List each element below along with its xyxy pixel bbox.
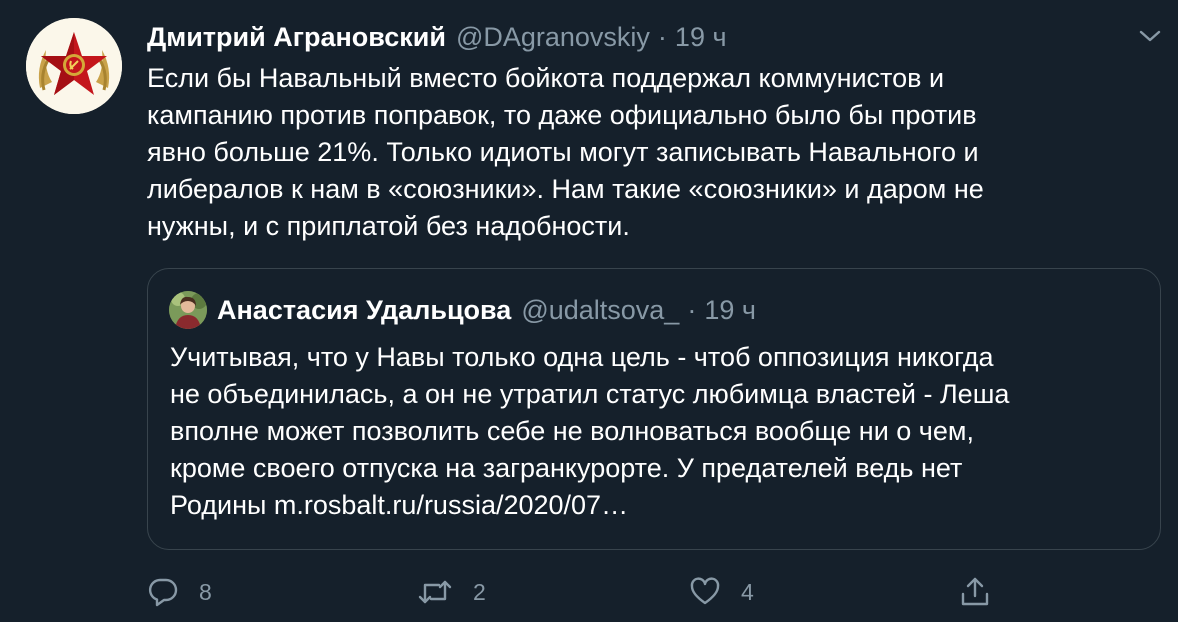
quoted-text-line: Учитывая, что у Навы только одна цель - …	[170, 342, 994, 372]
author-avatar[interactable]	[26, 18, 122, 114]
reply-count: 8	[199, 578, 212, 605]
quoted-text-line: кроме своего отпуска на загранкурорте. У…	[170, 453, 963, 483]
tweet-text-line: Если бы Навальный вместо бойкота поддерж…	[147, 63, 945, 93]
quoted-tweet-header: Анастасия Удальцова @udaltsova_ · 19 ч	[217, 291, 756, 329]
tweet-text: Если бы Навальный вместо бойкота поддерж…	[147, 60, 1147, 245]
quoted-author-handle: @udaltsova_	[521, 294, 680, 325]
separator-dot: ·	[657, 21, 667, 52]
heart-icon	[690, 577, 720, 605]
tweet-actions: 8 2 4	[147, 570, 1007, 614]
tweet[interactable]: Дмитрий Аграновский @DAgranovskiy · 19 ч…	[0, 0, 1178, 622]
tweet-header: Дмитрий Аграновский @DAgranovskiy · 19 ч	[147, 18, 727, 56]
share-icon	[961, 577, 989, 606]
quoted-text-line: вполне может позволить себе не волновать…	[170, 416, 974, 446]
person-photo-icon	[169, 291, 207, 329]
quoted-tweet-timestamp: 19 ч	[704, 294, 756, 325]
like-button[interactable]: 4	[689, 570, 754, 614]
quoted-tweet[interactable]: Анастасия Удальцова @udaltsova_ · 19 ч У…	[147, 268, 1161, 550]
author-name[interactable]: Дмитрий Аграновский	[147, 22, 446, 53]
reply-button[interactable]: 8	[147, 570, 212, 614]
tweet-text-line: либералов к нам в «союзники». Нам такие …	[147, 174, 984, 204]
army-star-emblem-icon	[26, 18, 122, 114]
author-handle[interactable]: @DAgranovskiy	[456, 22, 650, 53]
reply-icon	[148, 578, 178, 607]
like-count: 4	[741, 578, 754, 605]
quoted-tweet-text: Учитывая, что у Навы только одна цель - …	[170, 339, 1150, 524]
tweet-text-line: нужны, и с приплатой без надобности.	[147, 211, 630, 241]
separator-dot: ·	[687, 294, 697, 325]
quoted-text-line: не объединилась, а он не утратил статус …	[170, 379, 1010, 409]
retweet-button[interactable]: 2	[417, 570, 486, 614]
quoted-author-avatar[interactable]	[169, 291, 207, 329]
retweet-count: 2	[473, 578, 486, 605]
quoted-text-line: Родины m.rosbalt.ru/russia/2020/07…	[170, 490, 629, 520]
tweet-timestamp[interactable]: 19 ч	[675, 22, 727, 53]
chevron-down-icon	[1139, 30, 1161, 42]
retweet-icon	[418, 580, 452, 604]
quoted-author-name: Анастасия Удальцова	[217, 294, 512, 325]
more-options-button[interactable]	[1138, 26, 1162, 46]
share-button[interactable]	[959, 570, 991, 614]
tweet-text-line: явно больше 21%. Только идиоты могут зап…	[147, 137, 979, 167]
tweet-text-line: кампанию против поправок, то даже официа…	[147, 100, 977, 130]
